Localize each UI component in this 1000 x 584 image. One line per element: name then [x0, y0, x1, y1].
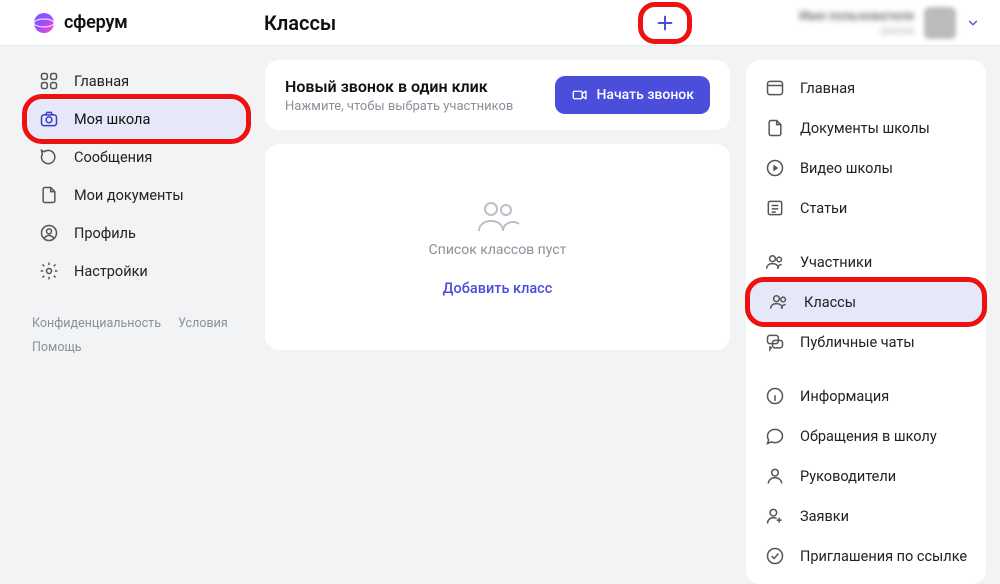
user-subtitle: школа: [799, 24, 914, 37]
sidebar-item-settings[interactable]: Настройки: [28, 252, 245, 290]
right-item-label: Статьи: [800, 200, 847, 217]
main-content: Новый звонок в один клик Нажмите, чтобы …: [257, 46, 740, 567]
right-item-managers[interactable]: Руководители: [746, 456, 986, 496]
right-item-classes[interactable]: Классы: [750, 282, 982, 322]
sidebar-item-label: Главная: [74, 73, 129, 90]
right-item-label: Руководители: [800, 468, 896, 485]
sidebar-item-label: Мои документы: [74, 187, 184, 204]
right-item-invites[interactable]: Приглашения по ссылке: [746, 536, 986, 576]
people-icon: [764, 251, 786, 273]
sidebar-left: Главная Моя школа Сообщения Мои документ…: [0, 46, 257, 567]
right-item-label: Видео школы: [800, 160, 893, 177]
right-item-label: Заявки: [800, 508, 849, 525]
right-item-label: Информация: [800, 388, 889, 405]
sidebar-item-label: Профиль: [74, 225, 136, 242]
sidebar-item-label: Сообщения: [74, 149, 152, 166]
right-item-label: Главная: [800, 80, 855, 97]
sidebar-right: Главная Документы школы Видео школы Стат…: [740, 46, 1000, 567]
people-icon: [768, 291, 790, 313]
chats-icon: [764, 331, 786, 353]
chat-icon: [38, 146, 60, 168]
grid-icon: [38, 70, 60, 92]
right-item-label: Обращения в школу: [800, 428, 937, 445]
sidebar-item-label: Моя школа: [74, 111, 150, 128]
right-item-label: Приглашения по ссылке: [800, 548, 967, 565]
chat-icon: [764, 425, 786, 447]
gear-icon: [38, 260, 60, 282]
call-card-title: Новый звонок в один клик: [285, 77, 513, 96]
sidebar-item-label: Настройки: [74, 263, 148, 280]
footer-help[interactable]: Помощь: [32, 340, 82, 355]
info-icon: [764, 385, 786, 407]
link-icon: [764, 545, 786, 567]
right-item-video[interactable]: Видео школы: [746, 148, 986, 188]
call-card: Новый звонок в один клик Нажмите, чтобы …: [265, 60, 730, 130]
page-title: Классы: [264, 11, 336, 35]
footer-links: Конфиденциальность Условия Помощь: [28, 312, 245, 360]
call-card-subtitle: Нажмите, чтобы выбрать участников: [285, 99, 513, 114]
request-icon: [764, 505, 786, 527]
window-icon: [764, 77, 786, 99]
empty-classes-title: Список классов пуст: [429, 242, 567, 258]
sphere-logo-icon: [32, 11, 56, 35]
person-icon: [764, 465, 786, 487]
play-icon: [764, 157, 786, 179]
right-item-public-chats[interactable]: Публичные чаты: [746, 322, 986, 362]
right-item-requests[interactable]: Заявки: [746, 496, 986, 536]
document-icon: [38, 184, 60, 206]
sidebar-item-messages[interactable]: Сообщения: [28, 138, 245, 176]
right-item-label: Классы: [804, 294, 856, 311]
sidebar-item-my-school[interactable]: Моя школа: [28, 100, 245, 138]
sidebar-item-home[interactable]: Главная: [28, 62, 245, 100]
right-item-home[interactable]: Главная: [746, 68, 986, 108]
user-name: Имя пользователя: [799, 9, 914, 24]
right-item-members[interactable]: Участники: [746, 242, 986, 282]
right-item-label: Публичные чаты: [800, 334, 915, 351]
brand-logo[interactable]: сферум: [32, 11, 264, 35]
right-item-label: Документы школы: [800, 120, 930, 137]
classes-card: Список классов пуст Добавить класс: [265, 144, 730, 350]
chevron-down-icon: [966, 16, 980, 30]
start-call-button[interactable]: Начать звонок: [555, 76, 711, 114]
sidebar-item-profile[interactable]: Профиль: [28, 214, 245, 252]
right-item-articles[interactable]: Статьи: [746, 188, 986, 228]
right-item-info[interactable]: Информация: [746, 376, 986, 416]
article-icon: [764, 197, 786, 219]
right-item-appeals[interactable]: Обращения в школу: [746, 416, 986, 456]
topbar: сферум Классы Имя пользователя школа: [0, 0, 1000, 46]
profile-icon: [38, 222, 60, 244]
add-class-link[interactable]: Добавить класс: [443, 280, 553, 297]
add-button[interactable]: [641, 5, 689, 41]
document-icon: [764, 117, 786, 139]
brand-name: сферум: [64, 12, 128, 33]
footer-terms[interactable]: Условия: [178, 316, 228, 331]
start-call-label: Начать звонок: [597, 87, 695, 103]
camera-icon: [38, 108, 60, 130]
right-item-label: Участники: [800, 254, 872, 271]
user-menu[interactable]: Имя пользователя школа: [799, 7, 980, 39]
right-item-documents[interactable]: Документы школы: [746, 108, 986, 148]
plus-icon: [654, 12, 676, 34]
avatar: [924, 7, 956, 39]
video-icon: [571, 86, 589, 104]
footer-privacy[interactable]: Конфиденциальность: [32, 316, 161, 331]
sidebar-item-documents[interactable]: Мои документы: [28, 176, 245, 214]
people-empty-icon: [476, 198, 520, 234]
